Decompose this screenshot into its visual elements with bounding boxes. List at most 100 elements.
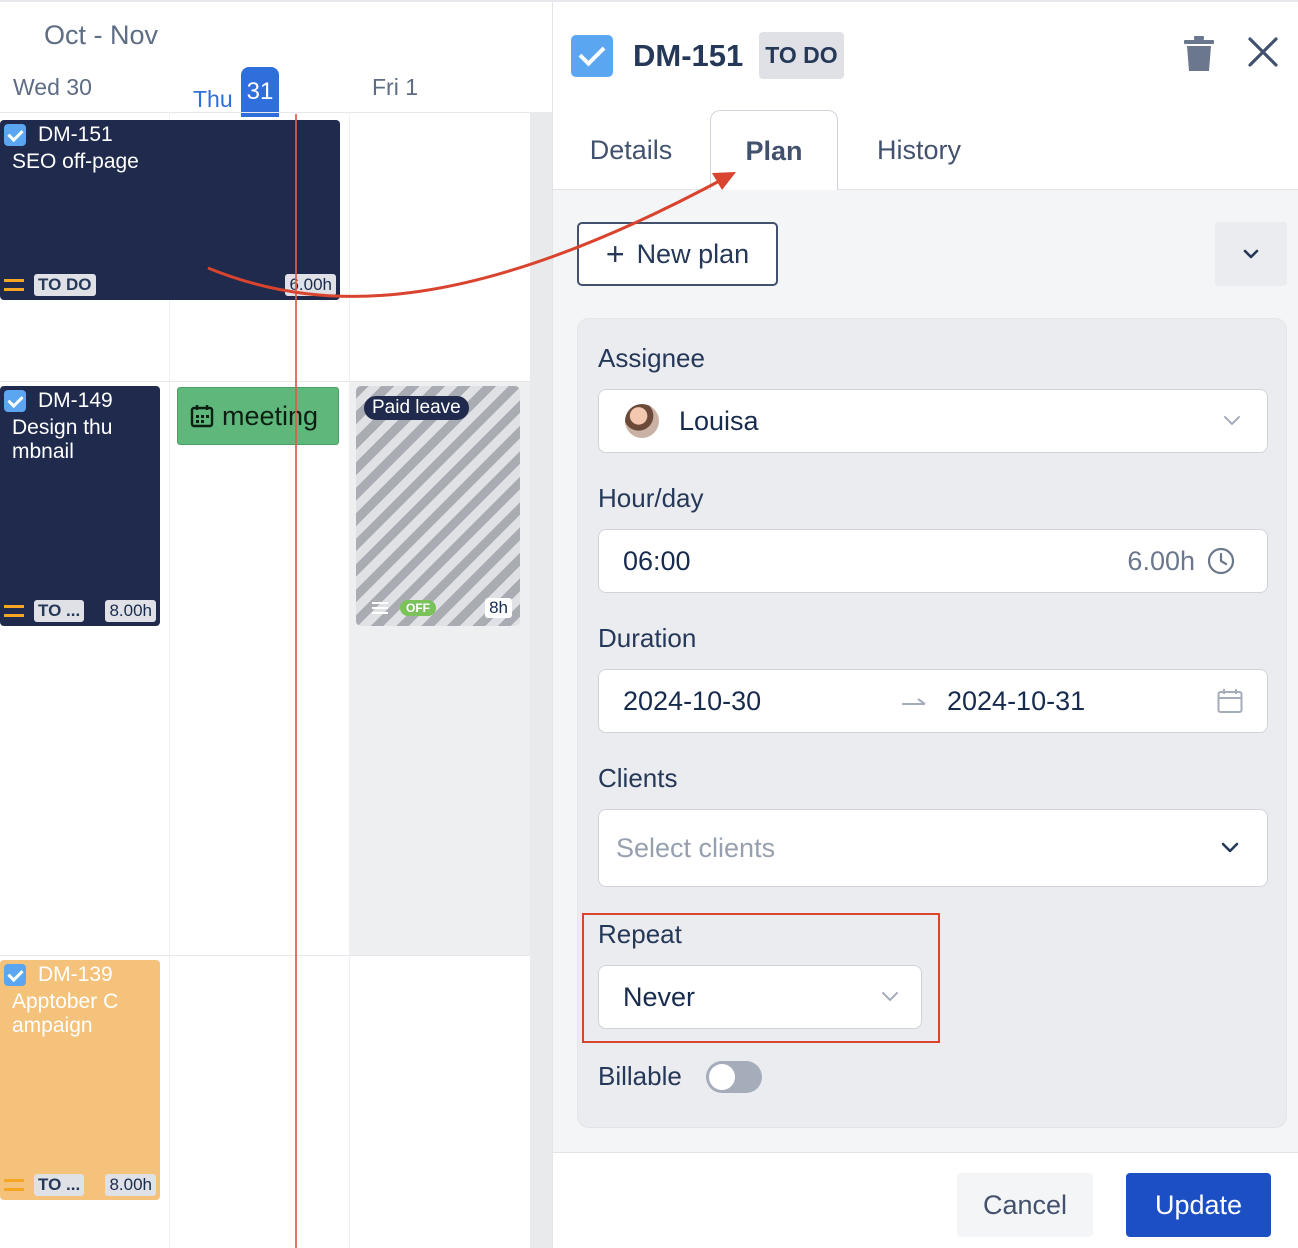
tab-details[interactable]: Details (571, 110, 691, 190)
repeat-label: Repeat (598, 919, 682, 949)
day-number: 30 (66, 74, 92, 100)
assignee-value: Louisa (679, 405, 759, 436)
meeting-label: meeting (222, 400, 319, 431)
calendar-range-title: Oct - Nov (44, 20, 159, 50)
panel-tabs: Details Plan History (553, 110, 1298, 191)
clients-placeholder: Select clients (616, 832, 776, 863)
task-hours: 6.00h (285, 274, 336, 296)
paid-leave-event[interactable]: Paid leave OFF 8h (356, 386, 520, 626)
task-card-dm-151[interactable]: DM-151 SEO off-page TO DO 6.00h (0, 120, 340, 300)
task-card-header: DM-139 (0, 960, 160, 990)
leave-footer: OFF 8h (372, 598, 512, 618)
check-icon (4, 124, 26, 146)
priority-icon (4, 605, 24, 617)
row-divider (0, 955, 530, 956)
task-card-dm-149[interactable]: DM-149 Design thu mbnail TO ... 8.00h (0, 386, 160, 626)
status-badge: TO DO (34, 274, 96, 296)
duration-range-input[interactable]: 2024-10-30 2024-10-31 (598, 669, 1268, 733)
check-icon[interactable] (571, 34, 613, 77)
calendar-view: Oct - Nov Wed 30 Thu 31 Fri 1 DM-151 SEO … (0, 0, 552, 1248)
calendar-icon (190, 405, 214, 428)
hourday-input[interactable]: 06:00 6.00h (598, 529, 1268, 593)
assignee-select[interactable]: Louisa (598, 389, 1268, 453)
assignee-label: Assignee (598, 343, 705, 373)
tab-plan[interactable]: Plan (710, 110, 838, 191)
panel-footer: Cancel Update (553, 1152, 1298, 1248)
arrow-right-icon (902, 698, 926, 705)
off-badge: OFF (400, 600, 436, 616)
meeting-event[interactable]: meeting (177, 387, 339, 445)
task-card-footer: TO ... 8.00h (4, 1174, 156, 1196)
clock-icon (1207, 547, 1235, 575)
menu-icon (372, 602, 388, 614)
clients-label: Clients (598, 763, 678, 793)
cancel-button[interactable]: Cancel (957, 1173, 1093, 1237)
day-number: 1 (405, 74, 419, 100)
chevron-down-icon (1221, 842, 1239, 853)
task-card-header: DM-151 (0, 120, 340, 150)
leave-label: Paid leave (364, 396, 469, 420)
calendar-scrollbar-track[interactable] (530, 112, 552, 1248)
hourday-value: 06:00 (623, 545, 691, 576)
duration-end[interactable]: 2024-10-31 (947, 686, 1085, 717)
new-plan-label: New plan (636, 238, 750, 269)
header-divider (0, 112, 552, 113)
clients-select[interactable]: Select clients (598, 809, 1268, 887)
tab-history[interactable]: History (859, 110, 979, 190)
task-hours: 8.00h (105, 1174, 156, 1196)
avatar (625, 404, 659, 438)
status-badge: TO ... (34, 600, 85, 622)
status-badge[interactable]: TO DO (759, 32, 844, 79)
chevron-down-icon (882, 992, 898, 1002)
plan-tab-content: + New plan Assignee Louisa Hour/day 06:0… (553, 190, 1298, 1152)
day-name: Thu (193, 85, 233, 112)
task-title: Apptober C ampaign (12, 990, 119, 1037)
day-header-wed: Wed 30 (13, 74, 92, 101)
chevron-down-icon (1224, 416, 1240, 426)
task-key: DM-149 (38, 389, 113, 412)
task-hours: 8.00h (105, 600, 156, 622)
repeat-value: Never (623, 981, 696, 1012)
task-key: DM-139 (38, 963, 113, 986)
repeat-select[interactable]: Never (598, 965, 922, 1029)
task-title: Design thu mbnail (12, 416, 113, 463)
task-title: SEO off-page (12, 150, 139, 173)
hourday-hint: 6.00h (1127, 545, 1195, 576)
task-detail-panel: DM-151 TO DO Details Plan History + New … (552, 0, 1298, 1248)
hourday-label: Hour/day (598, 483, 704, 513)
calendar-icon (1217, 689, 1243, 713)
billable-toggle[interactable] (706, 1061, 762, 1093)
update-button[interactable]: Update (1126, 1173, 1271, 1237)
duration-start[interactable]: 2024-10-30 (623, 686, 761, 717)
check-icon (4, 390, 26, 412)
new-plan-button[interactable]: + New plan (577, 222, 778, 286)
plus-icon: + (605, 235, 625, 272)
panel-task-key: DM-151 (633, 37, 744, 73)
priority-icon (4, 1179, 24, 1191)
current-time-line (295, 114, 297, 1248)
task-card-header: DM-149 (0, 386, 160, 416)
priority-icon (4, 279, 24, 291)
task-card-footer: TO DO 6.00h (4, 274, 336, 296)
trash-icon[interactable] (1183, 36, 1215, 72)
status-badge: TO ... (34, 1174, 85, 1196)
plan-form-card: Assignee Louisa Hour/day 06:00 6.00h Dur… (577, 318, 1287, 1128)
column-divider (349, 112, 350, 1248)
chevron-down-icon (1243, 249, 1259, 259)
row-divider (0, 381, 530, 382)
task-key: DM-151 (38, 123, 113, 146)
day-header-fri: Fri 1 (372, 74, 418, 101)
task-card-footer: TO ... 8.00h (4, 600, 156, 622)
check-icon (4, 964, 26, 986)
billable-label: Billable (598, 1061, 682, 1091)
task-card-dm-139[interactable]: DM-139 Apptober C ampaign TO ... 8.00h (0, 960, 160, 1200)
day-header-thu-today: Thu 31 (193, 67, 280, 124)
close-icon[interactable] (1247, 36, 1279, 68)
leave-hours: 8h (485, 598, 512, 618)
collapse-plan-button[interactable] (1215, 222, 1287, 286)
day-name: Fri (372, 74, 399, 100)
today-number-badge: 31 (240, 67, 280, 117)
panel-header: DM-151 TO DO (571, 32, 844, 79)
duration-label: Duration (598, 623, 697, 653)
day-name: Wed (13, 74, 60, 100)
